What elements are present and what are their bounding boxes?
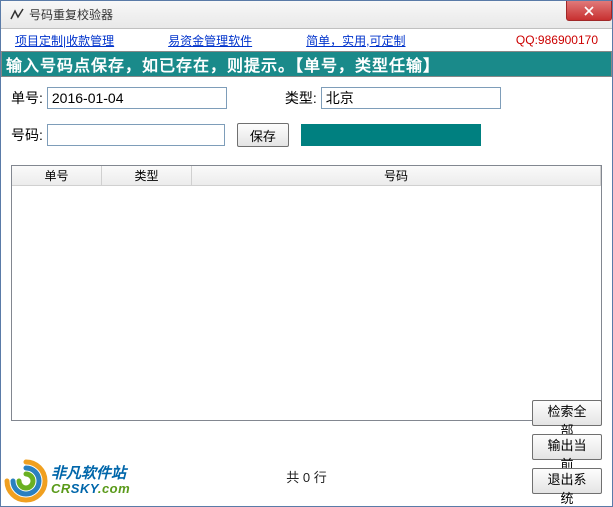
col-header-haoma[interactable]: 号码: [192, 166, 601, 185]
danhao-label: 单号:: [11, 88, 43, 108]
export-current-button[interactable]: 输出当前: [532, 434, 602, 460]
result-table: 单号 类型 号码: [11, 165, 602, 421]
side-buttons: 检索全部 输出当前 退出系统: [532, 400, 602, 494]
row-haoma: 号码: 保存: [11, 123, 602, 147]
link-bar: 项目定制|收款管理 易资金管理软件 简单，实用,可定制 QQ:986900170: [1, 29, 612, 51]
col-header-danhao[interactable]: 单号: [12, 166, 102, 185]
haoma-input[interactable]: [47, 124, 225, 146]
watermark: 非凡软件站 CRSKY.com: [3, 458, 130, 504]
save-button[interactable]: 保存: [237, 123, 289, 147]
leixing-label: 类型:: [285, 88, 317, 108]
search-all-button[interactable]: 检索全部: [532, 400, 602, 426]
watermark-text: 非凡软件站 CRSKY.com: [51, 466, 130, 495]
instruction-banner: 输入号码点保存，如已存在，则提示。【单号，类型任输】: [1, 51, 612, 77]
window-title: 号码重复校验器: [29, 6, 113, 23]
table-header: 单号 类型 号码: [12, 166, 601, 186]
app-window: 号码重复校验器 项目定制|收款管理 易资金管理软件 简单，实用,可定制 QQ:9…: [0, 0, 613, 507]
titlebar: 号码重复校验器: [1, 1, 612, 29]
link-project[interactable]: 项目定制|收款管理: [15, 32, 114, 49]
haoma-label: 号码:: [11, 125, 43, 145]
form-area: 单号: 类型: 号码: 保存: [1, 77, 612, 165]
watermark-line2: CRSKY.com: [51, 482, 130, 496]
close-icon: [584, 6, 594, 16]
close-button[interactable]: [566, 1, 612, 21]
qq-label: QQ:986900170: [516, 33, 598, 47]
leixing-input[interactable]: [321, 87, 501, 109]
link-simple[interactable]: 简单，实用,可定制: [306, 32, 405, 49]
watermark-line1: 非凡软件站: [51, 466, 130, 482]
exit-button[interactable]: 退出系统: [532, 468, 602, 494]
row-danhao-leixing: 单号: 类型:: [11, 87, 602, 109]
col-header-leixing[interactable]: 类型: [102, 166, 192, 185]
app-icon: [9, 7, 25, 23]
status-box: [301, 124, 481, 146]
link-fund[interactable]: 易资金管理软件: [168, 32, 252, 49]
watermark-icon: [3, 458, 49, 504]
danhao-input[interactable]: [47, 87, 227, 109]
